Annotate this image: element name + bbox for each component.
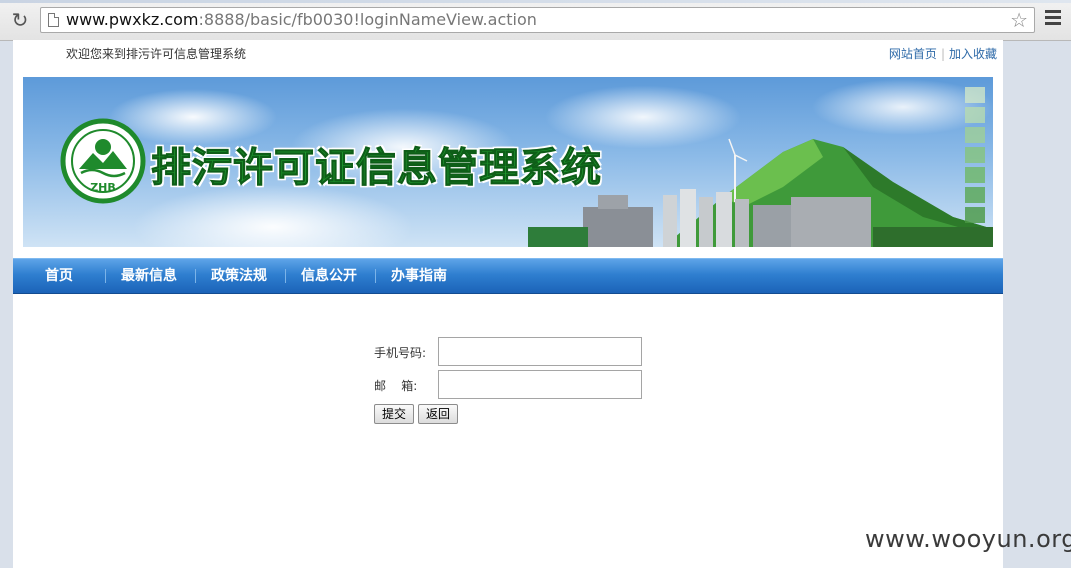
main-nav: 首页 最新信息 政策法规 信息公开 办事指南 xyxy=(13,258,1003,294)
page-icon xyxy=(48,13,59,27)
nav-item-disclosure[interactable]: 信息公开 xyxy=(301,259,357,293)
nav-item-guide[interactable]: 办事指南 xyxy=(391,259,447,293)
reload-icon[interactable]: ↻ xyxy=(8,9,32,31)
phone-input[interactable] xyxy=(438,337,642,366)
home-link[interactable]: 网站首页 xyxy=(889,47,937,61)
nav-divider xyxy=(195,269,196,283)
url-text: www.pwxkz.com:8888/basic/fb0030!loginNam… xyxy=(66,10,537,30)
logo-text: ZHB xyxy=(90,181,116,194)
nav-item-policies[interactable]: 政策法规 xyxy=(211,259,267,293)
link-divider: | xyxy=(940,47,945,61)
nav-divider xyxy=(375,269,376,283)
page-container: 欢迎您来到排污许可信息管理系统 网站首页 | 加入收藏 ZHB 排污许可证信息管… xyxy=(13,40,1003,568)
top-bar: 欢迎您来到排污许可信息管理系统 网站首页 | 加入收藏 xyxy=(13,40,1003,66)
bookmark-star-icon[interactable]: ☆ xyxy=(1010,8,1028,32)
nav-divider xyxy=(285,269,286,283)
email-input[interactable] xyxy=(438,370,642,399)
site-title: 排污许可证信息管理系统 xyxy=(151,145,602,192)
browser-menu-icon[interactable] xyxy=(1045,10,1061,28)
nav-item-latest-info[interactable]: 最新信息 xyxy=(121,259,177,293)
welcome-text: 欢迎您来到排污许可信息管理系统 xyxy=(66,47,247,61)
submit-button[interactable]: 提交 xyxy=(374,404,414,424)
phone-label: 手机号码: xyxy=(374,346,427,360)
address-bar[interactable]: www.pwxkz.com:8888/basic/fb0030!loginNam… xyxy=(40,7,1035,33)
add-favorite-link[interactable]: 加入收藏 xyxy=(949,47,997,61)
browser-toolbar: ↻ www.pwxkz.com:8888/basic/fb0030!loginN… xyxy=(0,0,1071,41)
zhb-logo-emblem: ZHB xyxy=(60,118,146,204)
tab-strip xyxy=(0,0,1071,3)
email-label: 邮 箱: xyxy=(374,379,418,393)
url-path: :8888/basic/fb0030!loginNameView.action xyxy=(198,10,537,29)
top-links: 网站首页 | 加入收藏 xyxy=(889,45,997,62)
back-button[interactable]: 返回 xyxy=(418,404,458,424)
watermark-text: www.wooyun.org xyxy=(865,525,1071,553)
nav-divider xyxy=(105,269,106,283)
header-banner: ZHB 排污许可证信息管理系统 xyxy=(23,77,993,247)
nav-item-home[interactable]: 首页 xyxy=(45,259,73,293)
url-host: www.pwxkz.com xyxy=(66,10,199,29)
